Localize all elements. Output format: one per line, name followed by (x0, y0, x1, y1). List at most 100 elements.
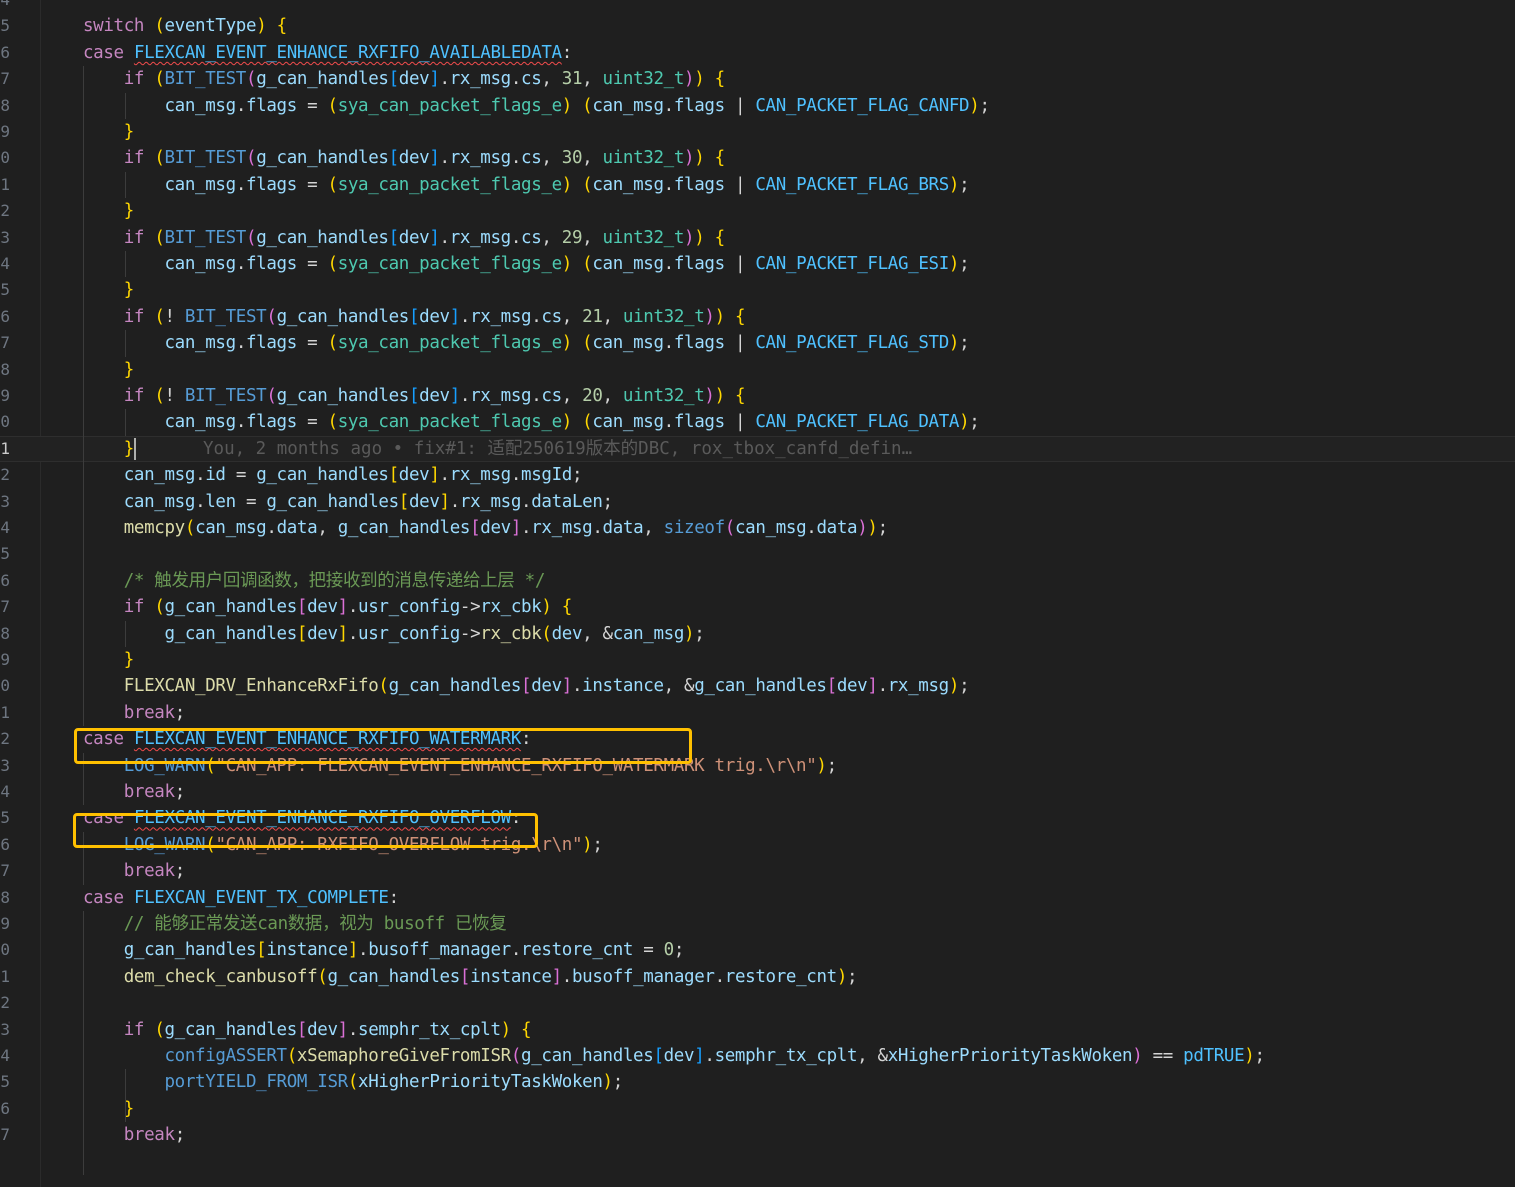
code-text[interactable]: break; (83, 700, 185, 726)
code-text[interactable]: configASSERT(xSemaphoreGiveFromISR(g_can… (83, 1043, 1265, 1069)
code-line[interactable]: 2 } (0, 198, 1515, 224)
code-line[interactable]: 8 can_msg.flags = (sya_can_packet_flags_… (0, 93, 1515, 119)
code-line[interactable]: 0 g_can_handles[instance].busoff_manager… (0, 937, 1515, 963)
code-line[interactable]: 4 break; (0, 779, 1515, 805)
code-line[interactable]: 1 dem_check_canbusoff(g_can_handles[inst… (0, 964, 1515, 990)
indent-guide (125, 620, 126, 647)
code-line[interactable]: 2 can_msg.id = g_can_handles[dev].rx_msg… (0, 462, 1515, 488)
code-text[interactable]: case FLEXCAN_EVENT_TX_COMPLETE: (83, 885, 399, 911)
code-text[interactable]: portYIELD_FROM_ISR(xHigherPriorityTaskWo… (83, 1069, 624, 1095)
code-editor[interactable]: 4 5 switch (eventType) {6 case FLEXCAN_EVEN… (0, 0, 1515, 1187)
code-text[interactable]: if (! BIT_TEST(g_can_handles[dev].rx_msg… (83, 304, 746, 330)
code-text[interactable]: can_msg.flags = (sya_can_packet_flags_e)… (83, 409, 980, 435)
code-text[interactable]: break; (83, 1122, 185, 1148)
code-text[interactable]: } (83, 119, 135, 145)
code-text[interactable]: /* 触发用户回调函数，把接收到的消息传递给上层 */ (83, 568, 546, 594)
highlight-box-watermark (74, 728, 692, 764)
line-number: 3 (0, 1019, 10, 1039)
code-line[interactable]: 0 can_msg.flags = (sya_can_packet_flags_… (0, 409, 1515, 435)
code-line[interactable]: 6 } (0, 1096, 1515, 1122)
code-text[interactable]: can_msg.id = g_can_handles[dev].rx_msg.m… (83, 462, 583, 488)
code-text[interactable]: switch (eventType) { (83, 13, 287, 39)
code-line[interactable]: 6 /* 触发用户回调函数，把接收到的消息传递给上层 */ (0, 568, 1515, 594)
code-text[interactable]: } (83, 198, 135, 224)
code-line[interactable]: 6 if (! BIT_TEST(g_can_handles[dev].rx_m… (0, 304, 1515, 330)
code-text[interactable]: FLEXCAN_DRV_EnhanceRxFifo(g_can_handles[… (83, 673, 970, 699)
line-number: 4 (0, 782, 10, 801)
code-text[interactable]: g_can_handles[dev].usr_config->rx_cbk(de… (83, 621, 705, 647)
line-number: 3 (0, 227, 10, 247)
code-text[interactable]: break; (83, 779, 185, 805)
line-number: 3 (0, 491, 10, 511)
code-line[interactable]: 7 break; (0, 858, 1515, 884)
code-line[interactable]: 4 configASSERT(xSemaphoreGiveFromISR(g_c… (0, 1043, 1515, 1069)
code-text[interactable]: g_can_handles[instance].busoff_manager.r… (83, 937, 685, 963)
code-text[interactable]: can_msg.flags = (sya_can_packet_flags_e)… (83, 251, 970, 277)
code-line[interactable]: 9 // 能够正常发送can数据，视为 busoff 已恢复 (0, 911, 1515, 937)
code-line[interactable]: 4 memcpy(can_msg.data, g_can_handles[dev… (0, 515, 1515, 541)
code-line[interactable]: 3 if (g_can_handles[dev].semphr_tx_cplt)… (0, 1017, 1515, 1043)
code-text[interactable]: if (BIT_TEST(g_can_handles[dev].rx_msg.c… (83, 66, 725, 92)
code-line[interactable]: 4 (0, 0, 1515, 13)
code-line[interactable]: 5 switch (eventType) { (0, 13, 1515, 39)
code-text[interactable]: case FLEXCAN_EVENT_ENHANCE_RXFIFO_AVAILA… (83, 40, 572, 66)
code-line[interactable]: 8 } (0, 357, 1515, 383)
code-text[interactable]: } (83, 647, 135, 673)
code-text[interactable]: if (g_can_handles[dev].semphr_tx_cplt) { (83, 1017, 532, 1043)
code-line[interactable]: 8 case FLEXCAN_EVENT_TX_COMPLETE: (0, 885, 1515, 911)
code-line[interactable]: 0 FLEXCAN_DRV_EnhanceRxFifo(g_can_handle… (0, 673, 1515, 699)
code-line[interactable]: 9 } (0, 647, 1515, 673)
code-text[interactable]: } (83, 277, 135, 303)
line-number: 5 (0, 16, 10, 36)
code-text[interactable]: if (BIT_TEST(g_can_handles[dev].rx_msg.c… (83, 145, 725, 171)
code-line[interactable]: 1 break; (0, 700, 1515, 726)
code-line[interactable]: 5 portYIELD_FROM_ISR(xHigherPriorityTask… (0, 1069, 1515, 1095)
line-number: 7 (0, 333, 10, 353)
code-line[interactable]: 7 can_msg.flags = (sya_can_packet_flags_… (0, 330, 1515, 356)
code-line[interactable]: 4 can_msg.flags = (sya_can_packet_flags_… (0, 251, 1515, 277)
code-text[interactable]: dem_check_canbusoff(g_can_handles[instan… (83, 964, 858, 990)
line-number: 5 (0, 280, 10, 300)
code-line[interactable]: 9 if (! BIT_TEST(g_can_handles[dev].rx_m… (0, 383, 1515, 409)
code-line[interactable]: 9 } (0, 119, 1515, 145)
line-number: 8 (0, 887, 10, 907)
code-line[interactable]: 7 break; (0, 1122, 1515, 1148)
line-number: 6 (0, 570, 10, 590)
line-number: 4 (0, 254, 10, 273)
code-line[interactable]: 3 can_msg.len = g_can_handles[dev].rx_ms… (0, 489, 1515, 515)
code-text[interactable]: } (83, 357, 135, 383)
indent-guide (125, 409, 126, 436)
indent-guide (83, 911, 84, 1175)
code-text[interactable]: break; (83, 858, 185, 884)
code-line[interactable]: 3 if (BIT_TEST(g_can_handles[dev].rx_msg… (0, 225, 1515, 251)
line-number: 8 (0, 623, 10, 643)
code-text[interactable]: can_msg.flags = (sya_can_packet_flags_e)… (83, 330, 970, 356)
code-line[interactable]: 5 } (0, 277, 1515, 303)
code-line[interactable]: 0 if (BIT_TEST(g_can_handles[dev].rx_msg… (0, 145, 1515, 171)
line-number: 1 (0, 966, 10, 986)
indent-guide (125, 330, 126, 357)
code-line[interactable]: 6 case FLEXCAN_EVENT_ENHANCE_RXFIFO_AVAIL… (0, 40, 1515, 66)
code-text[interactable]: if (! BIT_TEST(g_can_handles[dev].rx_msg… (83, 383, 746, 409)
code-text[interactable]: if (BIT_TEST(g_can_handles[dev].rx_msg.c… (83, 225, 725, 251)
code-text[interactable]: can_msg.len = g_can_handles[dev].rx_msg.… (83, 489, 613, 515)
code-text[interactable]: if (g_can_handles[dev].usr_config->rx_cb… (83, 594, 573, 620)
code-line[interactable]: 5 (0, 541, 1515, 567)
code-text[interactable]: can_msg.flags = (sya_can_packet_flags_e)… (83, 93, 990, 119)
code-line[interactable]: 8 g_can_handles[dev].usr_config->rx_cbk(… (0, 621, 1515, 647)
code-line[interactable]: 7 if (BIT_TEST(g_can_handles[dev].rx_msg… (0, 66, 1515, 92)
code-line[interactable]: 7 if (g_can_handles[dev].usr_config->rx_… (0, 594, 1515, 620)
line-number: 7 (0, 861, 10, 881)
line-number: 3 (0, 755, 10, 775)
code-line[interactable]: 2 (0, 990, 1515, 1016)
line-number: 7 (0, 597, 10, 617)
code-line[interactable]: 1 } You, 2 months ago • fix#1: 适配250619版本… (0, 435, 1515, 463)
code-text[interactable]: // 能够正常发送can数据，视为 busoff 已恢复 (83, 911, 507, 937)
code-text[interactable]: } (83, 436, 135, 462)
code-text[interactable]: memcpy(can_msg.data, g_can_handles[dev].… (83, 515, 888, 541)
line-number: 9 (0, 122, 10, 141)
code-text[interactable]: } (83, 1096, 135, 1122)
line-number: 0 (0, 676, 10, 696)
code-text[interactable]: can_msg.flags = (sya_can_packet_flags_e)… (83, 172, 970, 198)
code-line[interactable]: 1 can_msg.flags = (sya_can_packet_flags_… (0, 172, 1515, 198)
